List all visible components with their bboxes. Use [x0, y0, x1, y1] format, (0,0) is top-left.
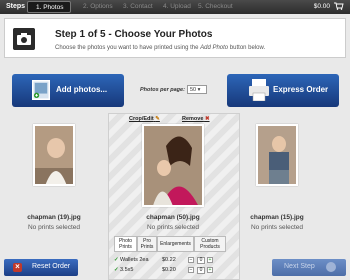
product-name: Wallets 2ea: [120, 257, 149, 263]
printer-icon: [249, 79, 269, 101]
add-photos-button[interactable]: Add photos...: [12, 74, 124, 107]
remove-link[interactable]: Remove ✖: [182, 116, 210, 122]
express-order-label: Express Order: [273, 85, 329, 94]
page-title: Step 1 of 5 - Choose Your Photos: [55, 29, 213, 40]
cart[interactable]: $0.00: [314, 2, 344, 10]
photo-filename-1: chapman (19).jpg: [27, 214, 81, 221]
cart-total: $0.00: [313, 2, 330, 10]
step-contact[interactable]: 3. Contact: [115, 1, 155, 13]
pencil-icon: ✎: [155, 116, 160, 122]
tab-pro-prints[interactable]: Pro Prints: [137, 236, 157, 252]
add-photo-icon: [32, 80, 50, 100]
arrow-right-icon: [326, 262, 336, 272]
next-step-button[interactable]: Next Step: [272, 259, 346, 276]
product-tabs: Photo Prints Pro Prints Enlargements Cus…: [114, 236, 226, 252]
step-upload[interactable]: 4. Upload: [155, 1, 193, 13]
product-price: $0.20: [162, 267, 176, 273]
photo-status-1: No prints selected: [27, 224, 81, 231]
list-item: ✓ 3.5x5 $0.20 − 0 +: [114, 265, 226, 275]
steps-bar: Steps 1. Photos 2. Options 3. Contact 4.…: [0, 0, 350, 14]
tab-photo-prints[interactable]: Photo Prints: [114, 236, 137, 252]
photo-thumbnail-2[interactable]: [142, 124, 204, 207]
photo-filename-2: chapman (50).jpg: [146, 214, 200, 221]
photos-per-page-label: Photos per page:: [140, 87, 185, 93]
tab-enlargements[interactable]: Enlargements: [157, 236, 194, 252]
crop-edit-link[interactable]: Crop/Edit ✎: [129, 116, 160, 122]
step-options[interactable]: 2. Options: [75, 1, 115, 13]
photo-thumbnail-3[interactable]: [256, 124, 298, 186]
toddler-photo-image: [258, 126, 296, 184]
camera-icon: [13, 28, 35, 50]
product-price: $0.22: [162, 257, 176, 263]
minus-button[interactable]: −: [188, 267, 194, 273]
express-order-button[interactable]: Express Order: [227, 74, 339, 107]
chevron-down-icon: ▾: [197, 87, 201, 93]
product-name: 3.5x5: [120, 267, 134, 273]
tab-custom-products[interactable]: Custom Products: [194, 236, 226, 252]
reset-order-label: Reset Order: [32, 263, 71, 270]
baby-photo-image: [35, 126, 73, 184]
quantity-field[interactable]: 0: [197, 256, 205, 264]
list-item: ✓ Wallets 2ea $0.22 − 0 +: [114, 255, 226, 265]
photo-status-3: No prints selected: [250, 224, 304, 231]
remove-x-icon: ✖: [204, 116, 210, 122]
photo-filename-3: chapman (15).jpg: [250, 214, 304, 221]
photo-status-2: No prints selected: [146, 224, 200, 231]
reset-order-button[interactable]: × Reset Order: [4, 259, 78, 276]
plus-button[interactable]: +: [207, 257, 213, 263]
add-photos-label: Add photos...: [56, 85, 108, 94]
next-step-label: Next Step: [284, 263, 315, 270]
page-subtitle: Choose the photos you want to have print…: [55, 45, 266, 51]
cart-icon: [334, 2, 344, 10]
plus-button[interactable]: +: [207, 267, 213, 273]
step-checkout[interactable]: 5. Checkout: [190, 1, 234, 13]
minus-button[interactable]: −: [188, 257, 194, 263]
steps-label: Steps: [6, 3, 26, 10]
mother-child-photo-image: [144, 126, 202, 205]
photo-thumbnail-1[interactable]: [33, 124, 75, 186]
product-list: ✓ Wallets 2ea $0.22 − 0 + ✓ 3.5x5 $0.20 …: [114, 255, 226, 275]
quantity-field[interactable]: 0: [197, 266, 205, 274]
step-header: Step 1 of 5 - Choose Your Photos Choose …: [4, 18, 346, 58]
close-icon: ×: [13, 263, 22, 272]
photos-per-page-select[interactable]: 50 ▾: [187, 85, 207, 94]
step-photos[interactable]: 1. Photos: [27, 1, 71, 13]
